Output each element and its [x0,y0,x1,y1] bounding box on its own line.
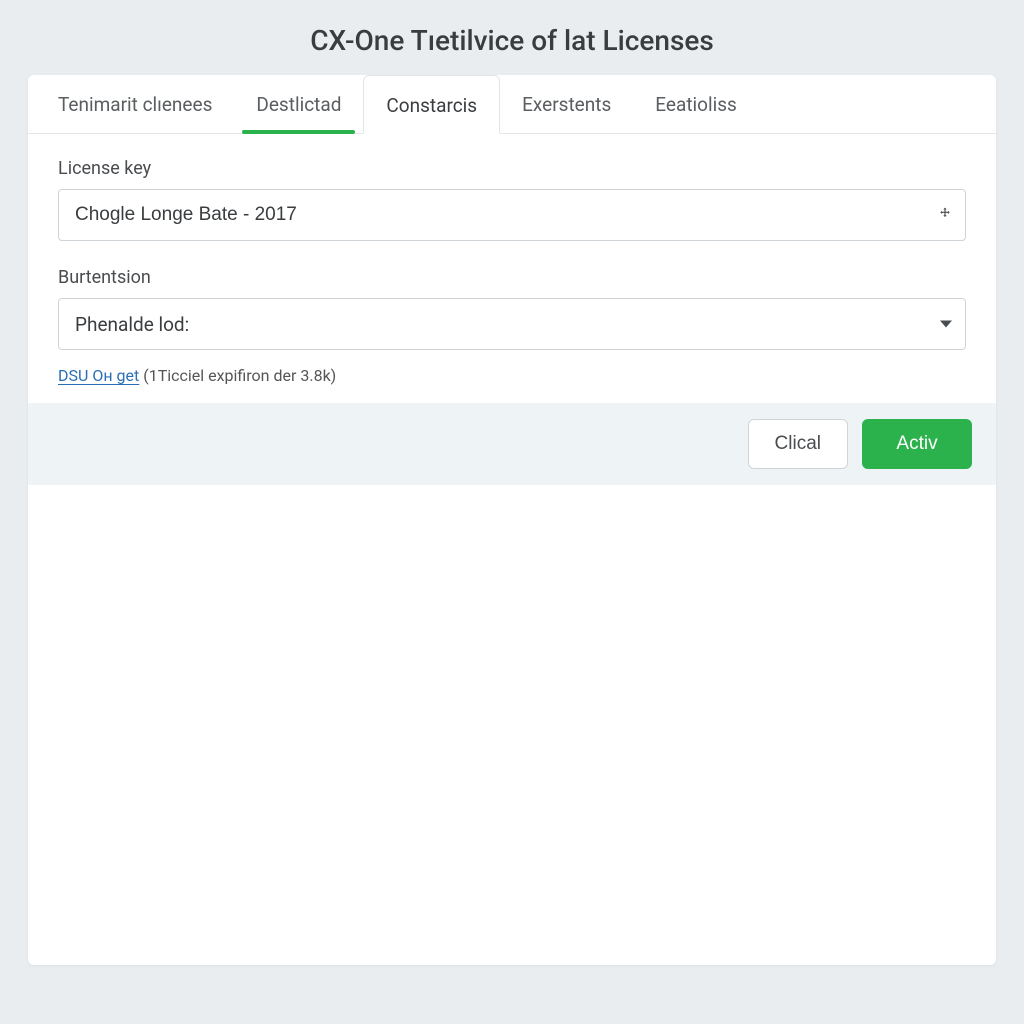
page-title: CX-One Tıetilvice of lat Licenses [0,0,1024,75]
license-key-field-wrap [58,189,966,241]
activate-button[interactable]: Activ [862,419,972,469]
tab-bar: Tenimarit clıenees Destlictad Constarcis… [28,75,996,134]
main-card: Tenimarit clıenees Destlictad Constarcis… [28,75,996,965]
tab-tenimarit[interactable]: Tenimarit clıenees [36,75,234,133]
burtentsion-select[interactable]: Phenalde lod: [58,298,966,350]
tab-eeatioliss[interactable]: Eeatioliss [633,75,759,133]
helper-text: DSU Oн get (1Ticciel expifiron der 3.8k) [58,366,966,385]
burtentsion-field-wrap: Phenalde lod: [58,298,966,350]
tab-exerstents[interactable]: Exerstents [500,75,633,133]
cancel-button[interactable]: Clical [748,419,848,469]
tab-constarcis[interactable]: Constarcis [363,75,500,134]
license-key-input[interactable] [58,189,966,241]
burtentsion-selected-value: Phenalde lod: [75,313,189,336]
tab-content: License key Burtentsion Phenalde lod: DS… [28,134,996,485]
license-key-label: License key [58,158,966,179]
tab-destlictad[interactable]: Destlictad [234,75,363,133]
helper-rest: (1Ticciel expifiron der 3.8k) [139,366,336,385]
burtentsion-label: Burtentsion [58,267,966,288]
helper-link[interactable]: DSU Oн get [58,366,139,385]
action-bar: Clical Activ [28,403,996,485]
